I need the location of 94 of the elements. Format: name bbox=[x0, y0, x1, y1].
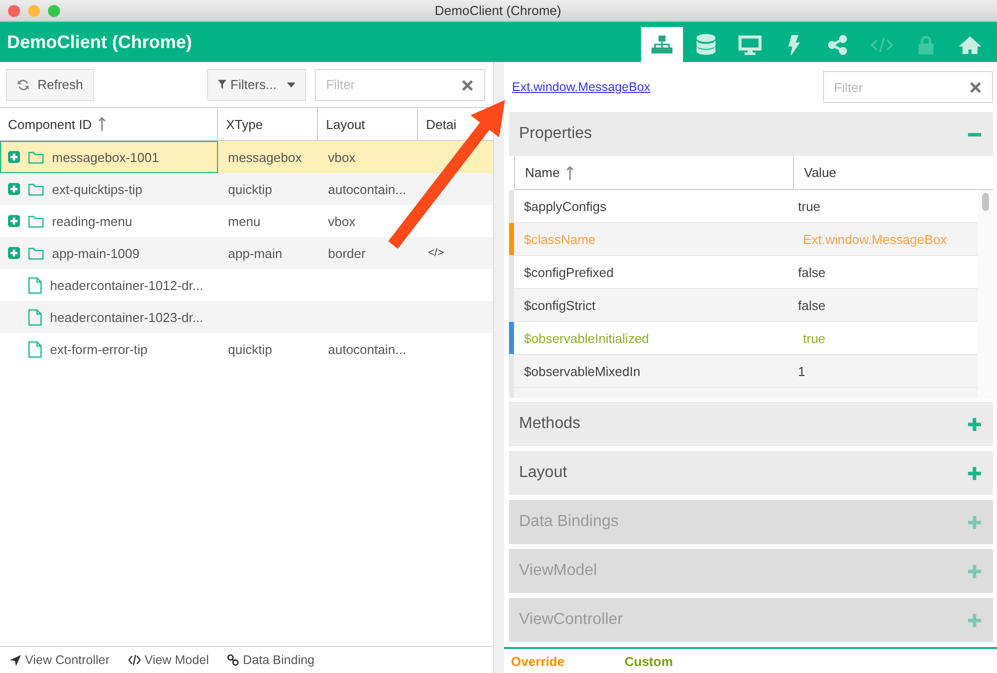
section-title: Layout bbox=[519, 464, 568, 482]
layout-cell: autocontain... bbox=[328, 182, 406, 196]
app-title: DemoClient (Chrome) bbox=[6, 32, 192, 52]
column-header[interactable]: Detai bbox=[426, 116, 456, 132]
zoom-button[interactable] bbox=[48, 4, 60, 16]
location-arrow-icon bbox=[10, 654, 21, 666]
property-value: false bbox=[797, 264, 826, 282]
funnel-icon bbox=[218, 79, 226, 90]
class-link[interactable]: Ext.window.MessageBox bbox=[512, 80, 650, 94]
details-code[interactable]: </> bbox=[428, 247, 444, 259]
property-name: $configStrict bbox=[523, 296, 597, 315]
section-title: Data Bindings bbox=[519, 513, 619, 531]
property-value: true bbox=[797, 198, 822, 216]
property-value: false bbox=[797, 296, 826, 314]
document-icon bbox=[28, 276, 42, 294]
column-header[interactable]: Layout bbox=[326, 116, 366, 132]
code-icon bbox=[871, 36, 893, 52]
window-title: DemoClient (Chrome) bbox=[434, 3, 562, 18]
section-header[interactable]: Layout bbox=[509, 451, 993, 495]
tree-row[interactable]: ext-quicktips-tip quicktip autocontain... bbox=[0, 173, 493, 205]
component-id: reading-menu bbox=[52, 214, 132, 228]
component-id: headercontainer-1012-dr... bbox=[50, 278, 204, 292]
folder-icon bbox=[28, 182, 44, 196]
refresh-button[interactable]: Refresh bbox=[6, 68, 94, 100]
lightning-icon bbox=[788, 34, 800, 54]
component-id: ext-quicktips-tip bbox=[52, 182, 142, 196]
layout-cell: autocontain... bbox=[328, 342, 406, 356]
property-value: true bbox=[802, 330, 826, 348]
xtype-cell: quicktip bbox=[228, 342, 272, 356]
xtype-cell: menu bbox=[228, 214, 261, 228]
folder-icon bbox=[28, 214, 44, 228]
layout-cell: vbox bbox=[328, 214, 356, 228]
property-name: $className bbox=[523, 230, 597, 248]
column-header[interactable]: Value bbox=[793, 156, 993, 189]
property-value: Ext.window.MessageBox bbox=[802, 230, 948, 249]
legend-label: Override bbox=[511, 654, 564, 668]
section-title: ViewModel bbox=[519, 562, 597, 580]
section-header[interactable]: Methods bbox=[509, 402, 993, 446]
refresh-icon bbox=[17, 78, 30, 92]
column-header[interactable]: Name bbox=[514, 156, 793, 189]
property-name: $applyConfigs bbox=[523, 198, 608, 216]
component-id: ext-form-error-tip bbox=[50, 342, 148, 356]
tree-row[interactable]: messagebox-1001 messagebox vbox bbox=[0, 141, 493, 173]
expand-icon[interactable] bbox=[968, 466, 981, 480]
clear-icon[interactable] bbox=[462, 80, 473, 90]
tree-row[interactable]: headercontainer-1023-dr... bbox=[0, 301, 493, 333]
document-icon bbox=[28, 308, 42, 326]
hierarchy-icon bbox=[651, 34, 673, 54]
footer-link[interactable]: Data Binding bbox=[226, 653, 314, 667]
tree-row[interactable]: app-main-1009 app-main border </> bbox=[0, 237, 493, 269]
layout-cell: vbox bbox=[328, 150, 356, 164]
monitor-icon bbox=[738, 34, 762, 54]
section-title: ViewController bbox=[519, 611, 623, 629]
legend-label: Custom bbox=[624, 654, 673, 668]
xtype-cell: messagebox bbox=[228, 150, 302, 164]
section-title: Properties bbox=[519, 125, 592, 143]
property-name: $observableInitialized bbox=[523, 330, 650, 348]
code-icon bbox=[128, 655, 141, 665]
component-id: messagebox-1001 bbox=[52, 150, 159, 164]
property-name: $observableMixedIn bbox=[523, 362, 642, 380]
column-header[interactable]: XType bbox=[226, 116, 263, 132]
document-icon bbox=[28, 340, 42, 358]
lock-icon bbox=[918, 34, 934, 54]
chain-link-icon bbox=[226, 654, 239, 666]
footer-link[interactable]: View Controller bbox=[10, 653, 110, 667]
clear-icon[interactable] bbox=[970, 82, 981, 93]
xtype-cell: quicktip bbox=[228, 182, 272, 196]
caret-icon bbox=[286, 82, 295, 88]
section-title: Methods bbox=[519, 415, 580, 433]
splitter[interactable] bbox=[493, 62, 504, 673]
sort-arrow-icon bbox=[98, 117, 106, 131]
component-id: app-main-1009 bbox=[52, 246, 140, 260]
footer-link[interactable]: View Model bbox=[128, 653, 209, 667]
folder-icon bbox=[28, 150, 44, 164]
xtype-cell: app-main bbox=[228, 246, 282, 260]
property-name: $configPrefixed bbox=[523, 264, 615, 282]
share-icon bbox=[828, 34, 848, 54]
filter-field[interactable]: Filter bbox=[823, 71, 993, 103]
filters-button[interactable]: Filters... bbox=[207, 68, 306, 100]
minimize-button[interactable] bbox=[28, 4, 40, 16]
close-button[interactable] bbox=[8, 4, 20, 16]
database-icon bbox=[696, 34, 716, 56]
layout-cell: border bbox=[328, 246, 366, 260]
filter-field[interactable]: Filter bbox=[315, 68, 485, 100]
tree-tab[interactable] bbox=[641, 27, 683, 62]
home-icon bbox=[959, 36, 981, 54]
expand-icon[interactable] bbox=[968, 418, 981, 430]
folder-icon bbox=[28, 246, 44, 260]
property-value: 1 bbox=[797, 362, 806, 380]
component-id: headercontainer-1023-dr... bbox=[50, 310, 204, 324]
sort-arrow-icon bbox=[566, 166, 574, 180]
section-header[interactable]: Properties bbox=[509, 112, 993, 156]
column-header[interactable]: Component ID bbox=[8, 116, 106, 132]
scrollbar-thumb[interactable] bbox=[982, 193, 989, 211]
